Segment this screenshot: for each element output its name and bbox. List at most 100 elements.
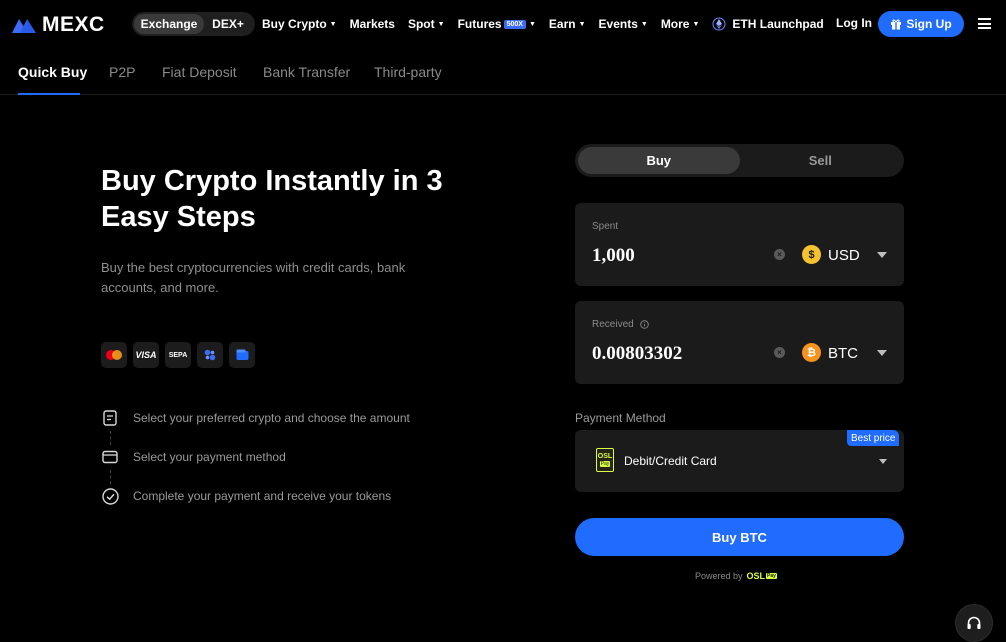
apple-pay-icon: [197, 342, 223, 368]
osl-text: OSL: [597, 453, 613, 460]
received-amount-input[interactable]: 0.00803302: [592, 343, 682, 365]
main-menu: Buy Crypto ▼ Markets Spot ▼ Futures 500X ▼ E…: [262, 0, 837, 48]
spent-amount-input[interactable]: 1,000: [592, 245, 635, 267]
menu-label: Markets: [349, 17, 395, 31]
top-nav: MEXC Exchange DEX+ Buy Crypto ▼ Markets S…: [0, 0, 1006, 48]
logo-text: MEXC: [42, 13, 105, 36]
tab-fiat-deposit[interactable]: Fiat Deposit: [162, 64, 237, 80]
caret-down-icon: ▼: [692, 20, 700, 28]
best-price-badge: Best price: [847, 430, 900, 446]
received-label-text: Received: [592, 319, 634, 330]
step-text: Select your payment method: [133, 450, 286, 464]
check-circle-icon: [101, 487, 119, 505]
mexc-logo-icon: [12, 19, 36, 33]
menu-label: Events: [598, 17, 638, 31]
hero-subtitle: Buy the best cryptocurrencies with credi…: [101, 260, 406, 295]
menu-spot[interactable]: Spot ▼: [408, 17, 445, 31]
dex-tab[interactable]: DEX+: [204, 14, 252, 34]
received-field[interactable]: Received 0.00803302 × ₿ BTC: [575, 301, 904, 384]
ethereum-icon: [712, 17, 726, 31]
menu-label: Buy Crypto: [262, 17, 327, 31]
pay-text: Pay: [766, 573, 777, 579]
caret-down-icon: ▼: [329, 20, 337, 28]
tab-bank-transfer[interactable]: Bank Transfer: [263, 64, 350, 80]
menu-earn[interactable]: Earn ▼: [549, 17, 586, 31]
support-headset-icon[interactable]: [955, 604, 993, 642]
exchange-dex-switch: Exchange DEX+: [132, 12, 255, 36]
wallet-outline-icon: [101, 448, 119, 466]
caret-down-icon[interactable]: [877, 252, 887, 258]
gift-icon: [891, 19, 902, 30]
menu-futures[interactable]: Futures 500X ▼: [458, 17, 536, 31]
buy-btc-button[interactable]: Buy BTC: [575, 518, 904, 556]
btc-coin-icon: ₿: [802, 343, 821, 362]
menu-markets[interactable]: Markets: [350, 17, 395, 31]
menu-eth-launchpad[interactable]: ETH Launchpad: [712, 17, 824, 31]
osl-pay-logo: OSL Pay: [596, 448, 614, 472]
spent-label-text: Spent: [592, 221, 619, 232]
buy-crypto-subtabs: Quick Buy P2P Fiat Deposit Bank Transfer…: [0, 48, 1006, 95]
info-icon[interactable]: [639, 320, 649, 329]
spent-field[interactable]: Spent 1,000 × $ USD: [575, 203, 904, 286]
buy-sell-toggle: Buy Sell: [575, 144, 904, 177]
sepa-label: SEPA: [168, 351, 188, 359]
clear-icon[interactable]: ×: [774, 249, 785, 260]
signup-button[interactable]: Sign Up: [878, 11, 964, 37]
hero-title: Buy Crypto Instantly in 3 Easy Steps: [101, 165, 443, 233]
buy-tab[interactable]: Buy: [578, 147, 740, 174]
menu-events[interactable]: Events ▼: [599, 17, 648, 31]
steps-list: Select your preferred crypto and choose …: [101, 409, 410, 526]
sepa-icon: SEPA: [165, 342, 191, 368]
tab-quick-buy[interactable]: Quick Buy: [18, 64, 87, 80]
caret-down-icon: ▼: [640, 20, 648, 28]
menu-more[interactable]: More ▼: [661, 17, 700, 31]
menu-label: ETH Launchpad: [732, 17, 824, 31]
visa-label: VISA: [135, 350, 157, 360]
step-text: Complete your payment and receive your t…: [133, 489, 392, 503]
spent-label: Spent: [592, 221, 618, 232]
step-connector: [110, 431, 111, 445]
pay-text: Pay: [599, 461, 611, 467]
osl-text: OSL: [746, 571, 766, 581]
powered-by-text: Powered by: [695, 571, 743, 581]
received-label: Received: [592, 319, 649, 330]
spent-currency[interactable]: USD: [828, 247, 860, 264]
payment-method-label: Payment Method: [575, 411, 666, 425]
payment-method-icons: VISA SEPA: [101, 342, 255, 368]
tab-third-party[interactable]: Third-party: [374, 64, 442, 80]
caret-down-icon[interactable]: [879, 459, 887, 464]
step-item: Complete your payment and receive your t…: [101, 487, 410, 526]
received-currency[interactable]: BTC: [828, 345, 858, 362]
menu-buy-crypto[interactable]: Buy Crypto ▼: [262, 17, 337, 31]
active-tab-indicator: [18, 93, 80, 95]
caret-down-icon[interactable]: [877, 350, 887, 356]
payment-method-value: Debit/Credit Card: [624, 454, 717, 468]
document-icon: [101, 409, 119, 427]
step-text: Select your preferred crypto and choose …: [133, 411, 410, 425]
step-item: Select your preferred crypto and choose …: [101, 409, 410, 448]
step-item: Select your payment method: [101, 448, 410, 487]
tab-p2p[interactable]: P2P: [109, 64, 135, 80]
menu-label: More: [660, 17, 690, 31]
osl-pay-logo: OSL Pay: [747, 571, 777, 581]
menu-label: Earn: [548, 17, 576, 31]
step-connector: [110, 470, 111, 484]
visa-icon: VISA: [133, 342, 159, 368]
clear-icon[interactable]: ×: [774, 347, 785, 358]
exchange-tab[interactable]: Exchange: [134, 14, 204, 34]
menu-label: Spot: [407, 17, 435, 31]
caret-down-icon: ▼: [437, 20, 445, 28]
hamburger-menu-icon[interactable]: [978, 18, 991, 29]
menu-label: Futures: [457, 17, 502, 31]
wallet-icon: [229, 342, 255, 368]
futures-badge: 500X: [503, 19, 526, 29]
mastercard-icon: [101, 342, 127, 368]
sell-tab[interactable]: Sell: [740, 147, 902, 174]
caret-down-icon: ▼: [578, 20, 586, 28]
mexc-logo[interactable]: MEXC: [12, 13, 105, 37]
login-link[interactable]: Log In: [836, 16, 872, 30]
usd-coin-icon: $: [802, 245, 821, 264]
signup-label: Sign Up: [906, 17, 952, 31]
powered-by: Powered by OSL Pay: [695, 571, 777, 581]
caret-down-icon: ▼: [528, 20, 536, 28]
